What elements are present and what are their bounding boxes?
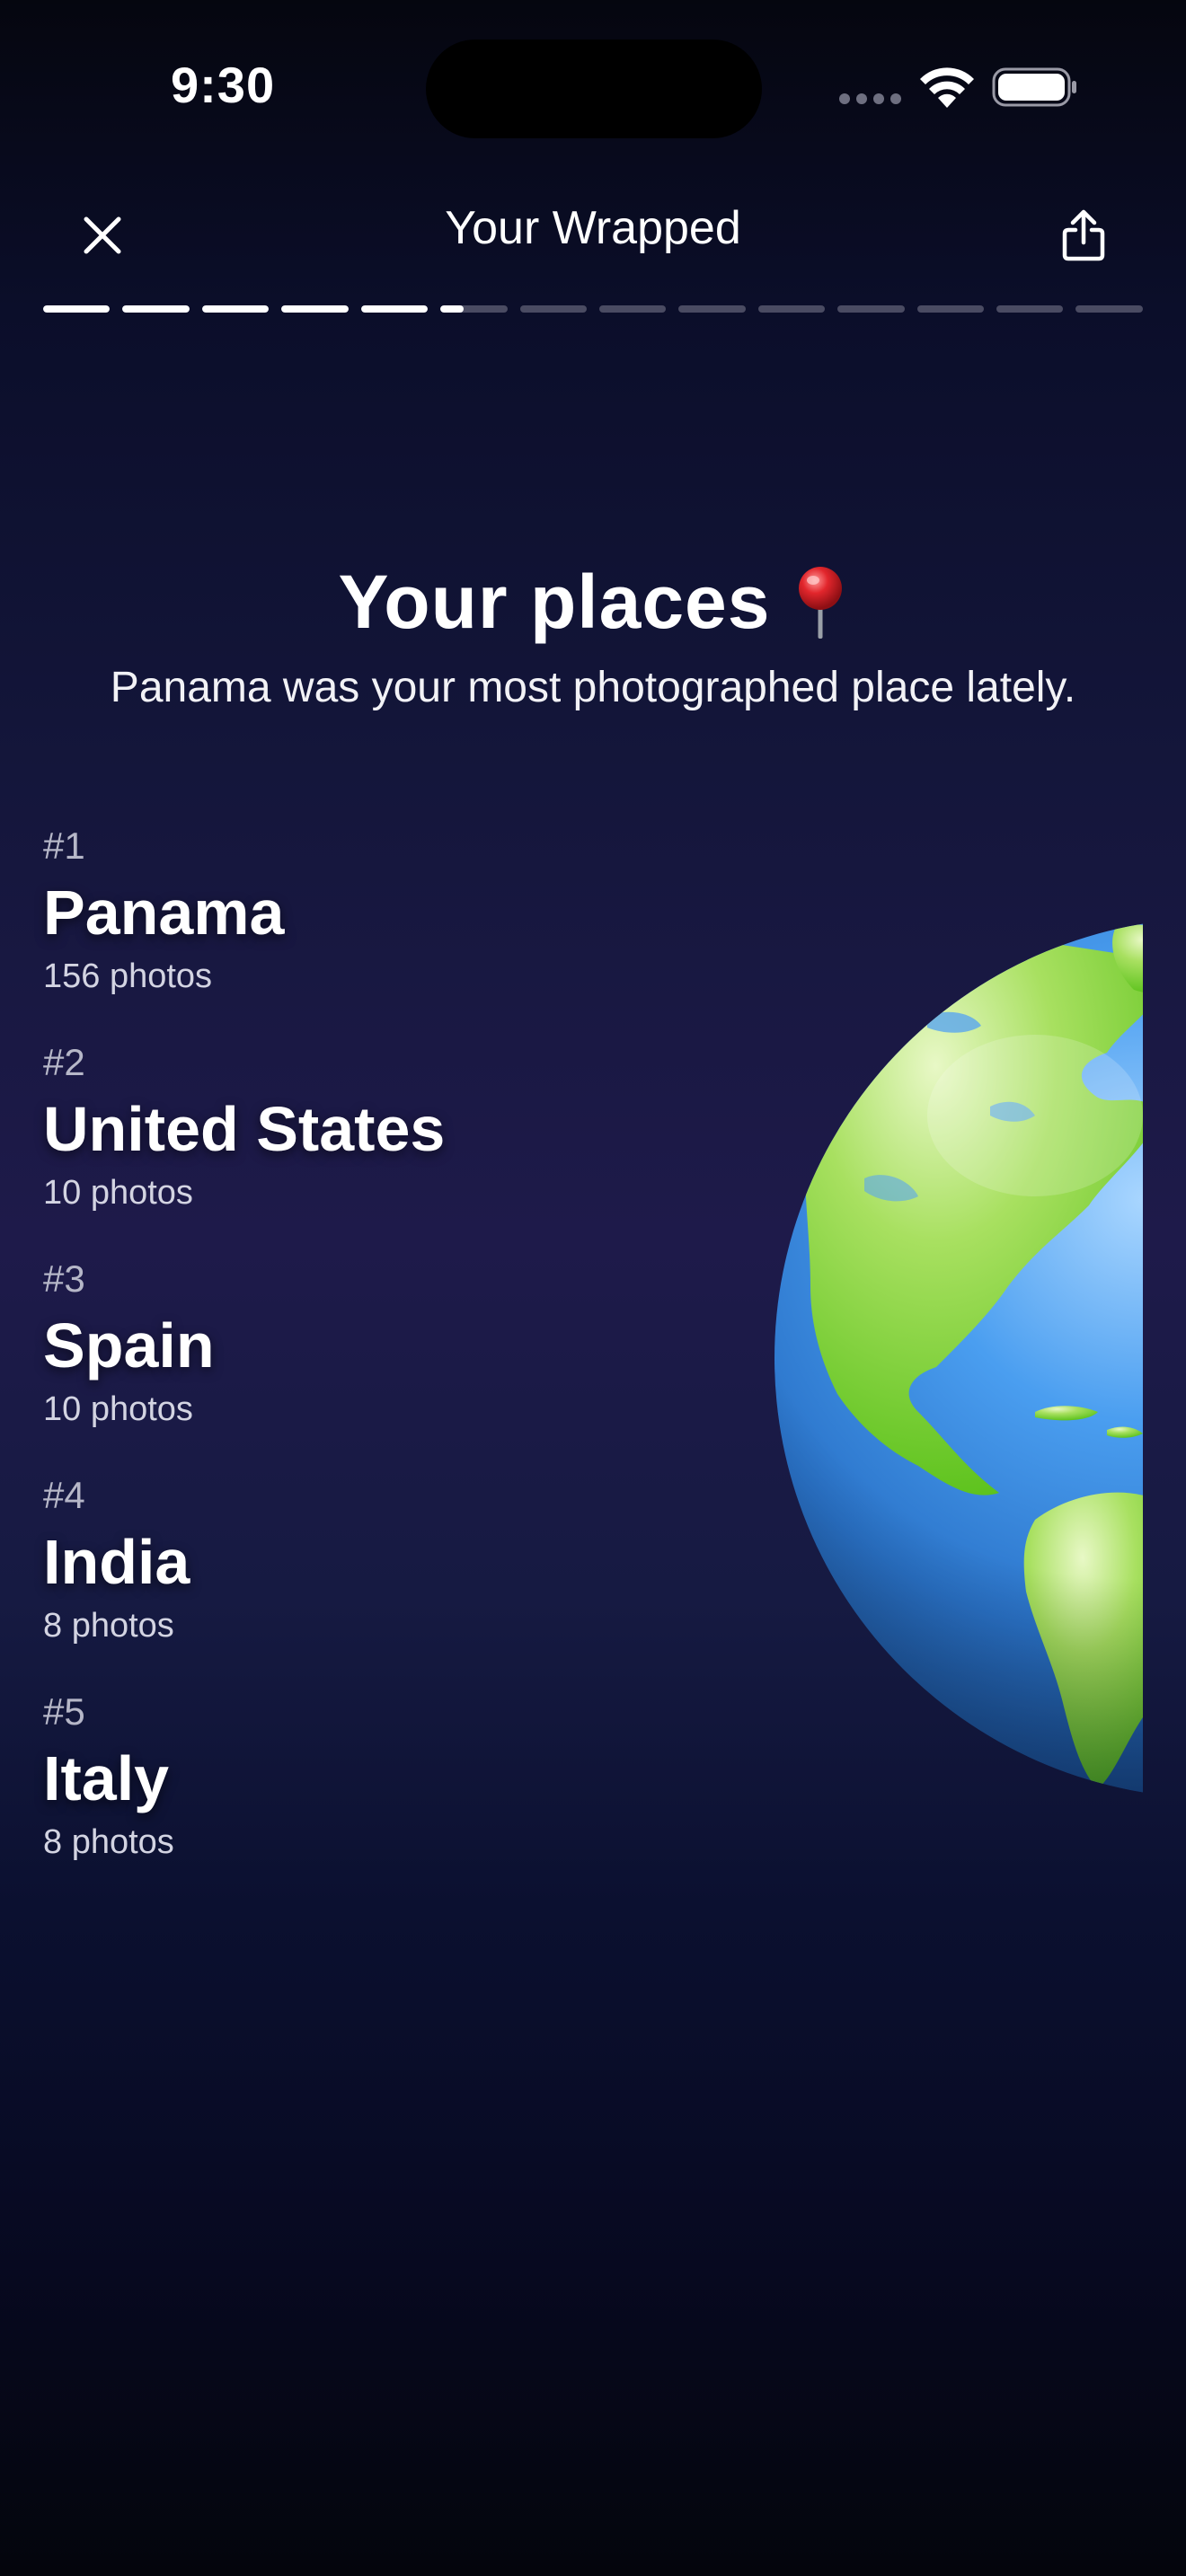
place-rank: #1 [43,825,85,867]
progress-segment [598,305,667,313]
place-photo-count: 10 photos [43,1390,193,1428]
place-photo-count: 8 photos [43,1607,174,1645]
place-rank: #3 [43,1257,85,1300]
place-photo-count: 8 photos [43,1823,174,1861]
progress-segment [757,305,826,313]
places-list: #1 Panama 156 photos #2 United States 10… [43,825,672,1907]
place-rank: #5 [43,1690,85,1733]
status-bar: 9:30 [0,0,1186,171]
place-photo-count: 156 photos [43,957,213,995]
place-name: Spain [43,1310,215,1381]
dynamic-island [426,40,762,138]
progress-segment [43,305,111,313]
progress-segment [837,305,905,313]
progress-segment [519,305,587,313]
place-photo-count: 10 photos [43,1174,193,1212]
wifi-icon [920,67,974,108]
progress-segment [440,305,508,313]
place-rank: #4 [43,1474,85,1516]
share-icon [1062,209,1105,261]
progress-segment [281,305,349,313]
progress-segment [996,305,1064,313]
place-name: United States [43,1094,446,1164]
progress-segment-fill [201,305,270,313]
progress-segment [916,305,985,313]
list-item: #2 United States 10 photos [43,1041,672,1257]
list-item: #1 Panama 156 photos [43,825,672,1041]
nav-bar: Your Wrapped [0,171,1186,296]
place-rank: #2 [43,1041,85,1083]
place-name: Italy [43,1743,170,1813]
list-item: #5 Italy 8 photos [43,1690,672,1907]
progress-segment [678,305,746,313]
battery-icon [992,67,1076,107]
progress-segment-fill [440,305,465,313]
share-button[interactable] [1040,192,1127,278]
progress-segment-fill [360,305,429,313]
place-name: India [43,1527,190,1597]
story-title: Your places [0,559,1186,646]
progress-segment-fill [43,305,111,313]
progress-segment [122,305,190,313]
globe-americas-icon [766,909,1143,1807]
cellular-signal-icon [839,93,902,106]
round-pushpin-icon [799,566,843,639]
progress-segment [201,305,270,313]
place-name: Panama [43,878,285,948]
list-item: #3 Spain 10 photos [43,1257,672,1474]
story-progress-bar [43,305,1143,314]
progress-segment [1075,305,1143,313]
progress-segment-fill [122,305,190,313]
story-title-text: Your places [338,560,771,644]
story-subtitle: Panama was your most photographed place … [110,664,1076,711]
progress-segment [360,305,429,313]
progress-segment-fill [281,305,349,313]
nav-title: Your Wrapped [445,202,741,254]
status-time: 9:30 [171,57,276,113]
list-item: #4 India 8 photos [43,1474,672,1690]
